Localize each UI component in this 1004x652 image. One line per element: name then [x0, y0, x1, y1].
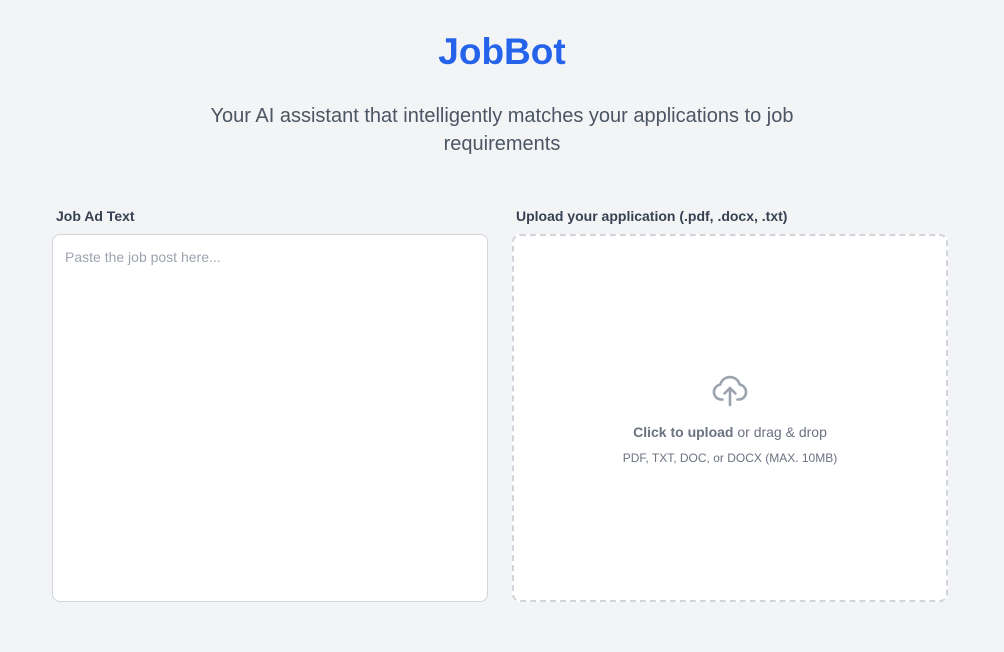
job-ad-label: Job Ad Text: [56, 208, 135, 224]
page: JobBot Your AI assistant that intelligen…: [0, 0, 1004, 652]
app-title: JobBot: [438, 31, 566, 72]
upload-file-types-hint: PDF, TXT, DOC, or DOCX (MAX. 10MB): [622, 451, 838, 465]
job-ad-textarea[interactable]: [52, 234, 488, 602]
cloud-upload-icon: [712, 375, 748, 407]
upload-dropzone[interactable]: Click to upload or drag & drop PDF, TXT,…: [512, 234, 948, 602]
app-subtitle: Your AI assistant that intelligently mat…: [210, 105, 794, 155]
upload-instruction: Click to upload or drag & drop: [514, 422, 946, 442]
upload-label: Upload your application (.pdf, .docx, .t…: [516, 208, 788, 224]
drag-drop-text: or drag & drop: [733, 424, 827, 440]
click-to-upload-text[interactable]: Click to upload: [633, 424, 733, 440]
